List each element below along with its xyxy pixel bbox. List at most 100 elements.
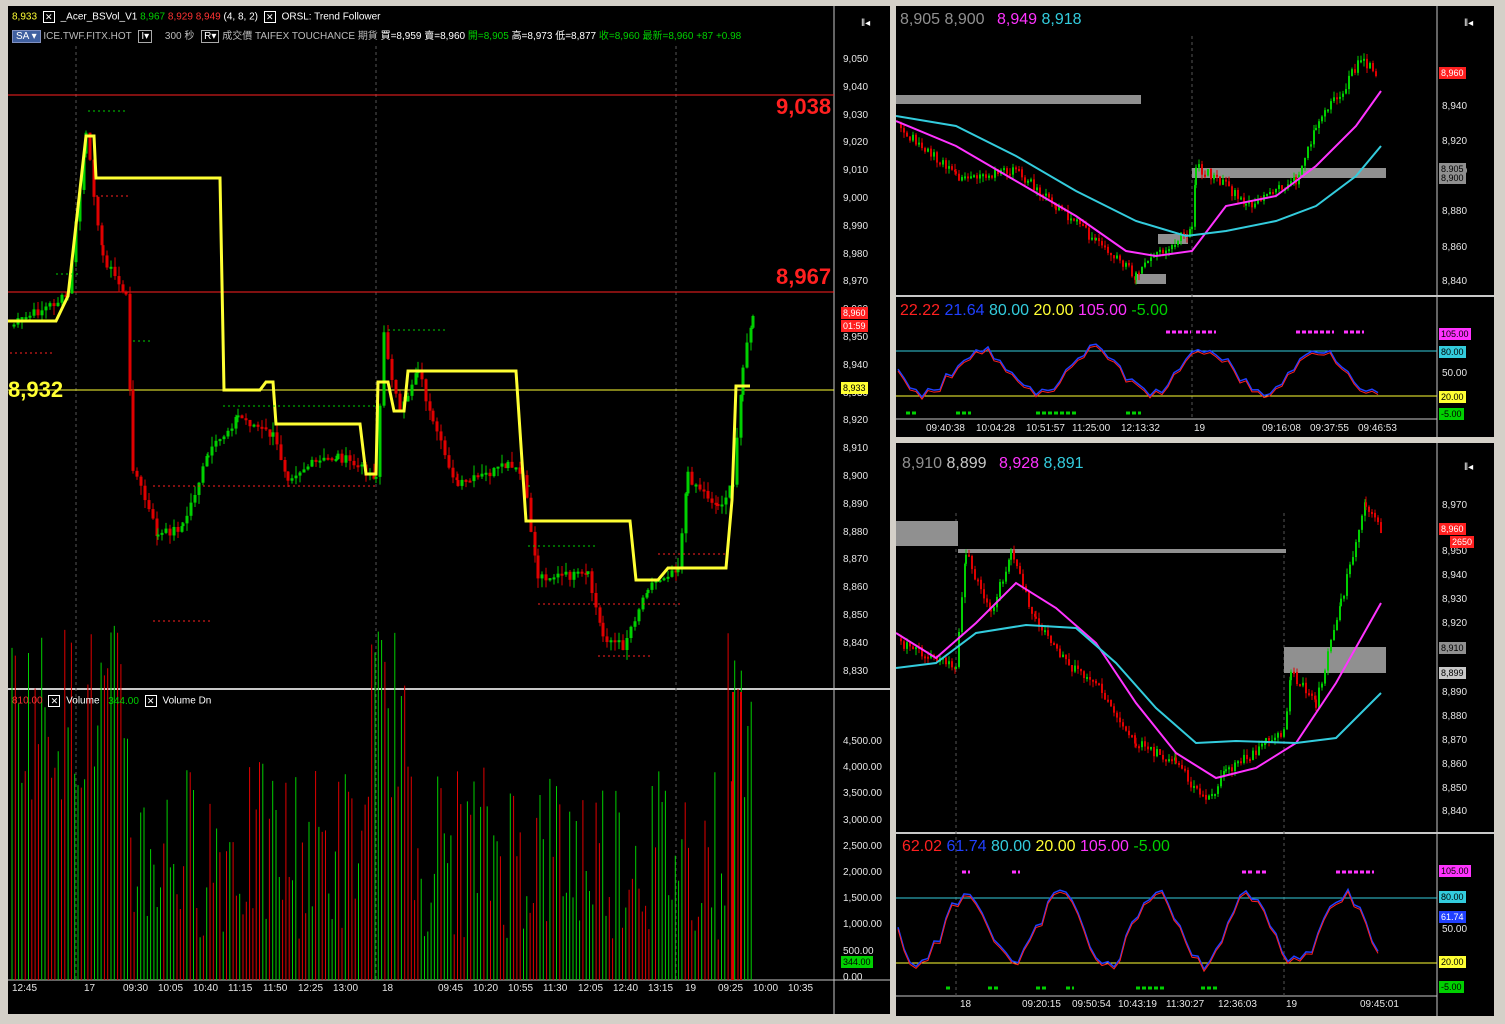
tr-candle <box>964 176 966 179</box>
br-candle <box>1246 754 1248 760</box>
symbol-label: ICE.TWF.FITX.HOT <box>43 31 132 42</box>
tr-candle <box>1245 203 1247 206</box>
volume-tag: 344.00 <box>841 956 873 968</box>
main-candle <box>176 526 180 532</box>
main-candle <box>702 489 706 492</box>
br-candle <box>1261 743 1263 747</box>
br-candle <box>1308 693 1310 696</box>
main-candle <box>206 455 210 458</box>
main-chart-window[interactable]: 8,933 ✕ _Acer_BSVol_V1 8,967 8,929 8,949… <box>8 6 890 1014</box>
main-candle <box>556 573 560 578</box>
tr-candle <box>1045 193 1047 196</box>
volume-label[interactable]: Volume <box>66 696 99 707</box>
tr-osc-6: -5.00 <box>1131 302 1168 319</box>
br-candle <box>1002 581 1004 584</box>
volume-tick: 0.00 <box>843 971 863 983</box>
main-candle <box>60 294 64 303</box>
tr-candle <box>1191 226 1193 230</box>
close-study2-icon[interactable]: ✕ <box>263 11 276 23</box>
br-candle <box>927 656 929 659</box>
br-pin-icon[interactable]: ‖◂ <box>1464 462 1473 473</box>
br-candle <box>1125 726 1127 731</box>
time-tick: 10:05 <box>158 983 184 994</box>
interval-toggle-icon[interactable]: I▾ <box>138 30 153 43</box>
main-candle <box>135 470 139 477</box>
br-candle <box>1028 591 1030 607</box>
study-name[interactable]: _Acer_BSVol_V1 <box>61 12 138 23</box>
br-candle <box>1299 684 1301 687</box>
tr-candle <box>1198 164 1200 168</box>
main-candle <box>686 471 690 494</box>
main-candle <box>735 437 739 485</box>
main-candle <box>48 303 52 307</box>
main-candle <box>451 467 455 478</box>
main-candle <box>500 463 504 467</box>
close-volume-icon[interactable]: ✕ <box>48 695 61 707</box>
tr-candle <box>958 173 960 181</box>
br-candle <box>1217 786 1219 794</box>
tr-candle <box>991 175 993 178</box>
tr-candle <box>1024 177 1026 183</box>
br-candle <box>1141 741 1143 748</box>
br-candle <box>1165 759 1167 762</box>
main-candle <box>594 593 598 608</box>
mode-button[interactable]: R▾ <box>201 30 220 43</box>
br-candle <box>1016 559 1018 567</box>
time-tick: 17 <box>84 983 96 994</box>
high-label: 高=8,973 <box>511 31 553 42</box>
main-candle <box>160 532 164 535</box>
tr-pin-icon[interactable]: ‖◂ <box>1464 18 1473 29</box>
br-candle <box>1355 542 1357 558</box>
main-candle <box>248 419 252 427</box>
br-candle <box>1336 620 1338 631</box>
time-tick: 09:45 <box>438 983 464 994</box>
tr-time-tick: 09:37:55 <box>1310 423 1349 434</box>
main-chart-canvas[interactable] <box>8 6 890 1014</box>
br-candle <box>915 647 917 650</box>
time-tick: 13:15 <box>648 983 674 994</box>
main-candle <box>745 342 749 368</box>
tr-price-tick: 8,940 <box>1442 101 1468 112</box>
br-candle <box>1131 735 1133 738</box>
tr-candle <box>939 162 941 165</box>
level-mid-label: 8,967 <box>776 264 832 289</box>
tr-osc-tick: 50.00 <box>1442 368 1468 379</box>
tr-candle <box>1272 192 1274 195</box>
br-candle <box>1358 529 1360 543</box>
sa-button[interactable]: SA ▾ <box>12 30 41 43</box>
main-candle <box>151 509 155 519</box>
main-candle <box>109 266 113 269</box>
tr-legend-1: 8,905 <box>900 11 941 28</box>
bar-timer-tag: 01:59 <box>841 320 868 332</box>
close-volume-dn-icon[interactable]: ✕ <box>144 695 157 707</box>
br-candle <box>1181 765 1183 769</box>
price-tick: 8,840 <box>843 637 869 649</box>
br-osc-6: -5.00 <box>1133 838 1170 855</box>
main-candle <box>741 367 745 395</box>
main-candle <box>356 465 360 468</box>
main-candle <box>56 302 60 307</box>
br-candle <box>1144 741 1146 747</box>
tr-candle <box>918 142 920 145</box>
main-candle <box>633 621 637 627</box>
volume-dn-label[interactable]: Volume Dn <box>162 696 211 707</box>
close-study-icon[interactable]: ✕ <box>42 11 55 23</box>
br-candle <box>1119 717 1121 723</box>
br-candle <box>1302 682 1304 686</box>
study2-name[interactable]: ORSL: Trend Follower <box>282 12 381 23</box>
pin-icon[interactable]: ‖◂ <box>861 18 870 29</box>
main-candle <box>506 461 510 469</box>
tr-candle <box>1357 60 1359 73</box>
tr-candle <box>1310 144 1312 147</box>
br-candle <box>965 554 967 564</box>
br-time-tick: 19 <box>1286 999 1298 1010</box>
top-right-chart-window[interactable]: 8,905 8,900 8,949 8,918 ‖◂ 8,940 8,920 8,9… <box>896 6 1494 437</box>
br-tag-b: 8,899 <box>1439 667 1466 679</box>
top-right-chart-canvas[interactable] <box>896 6 1494 437</box>
close-label: 收=8,960 <box>598 31 640 42</box>
study-value-3: 8,949 <box>195 11 221 23</box>
bottom-right-chart-canvas[interactable] <box>896 443 1494 1016</box>
main-candle <box>424 379 428 402</box>
br-candle <box>980 579 982 590</box>
bottom-right-chart-window[interactable]: 8,910 8,899 8,928 8,891 ‖◂ 8,970 8,950 8,9… <box>896 443 1494 1016</box>
